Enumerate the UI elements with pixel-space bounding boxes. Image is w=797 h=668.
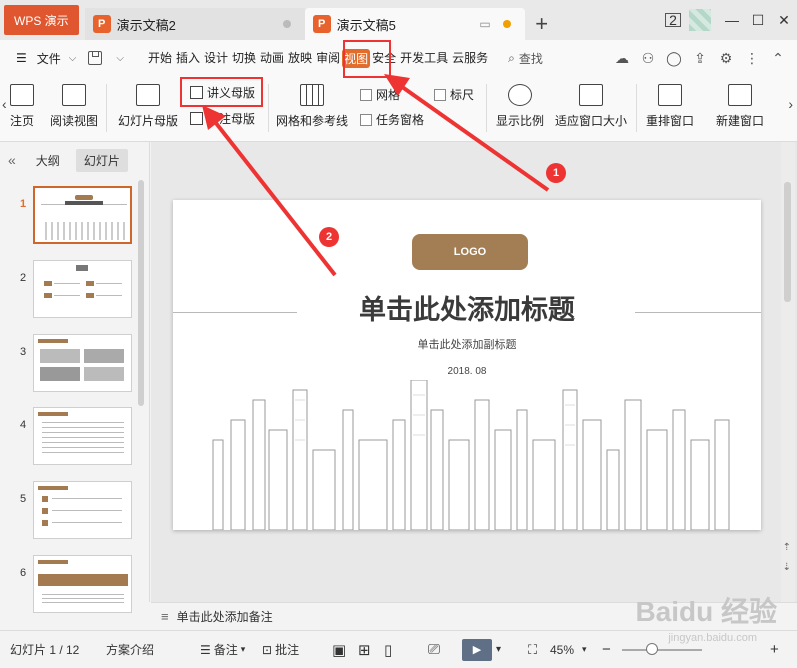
step-badge-2: 2 bbox=[319, 227, 339, 247]
arrow-1-head bbox=[384, 74, 410, 96]
annotation-arrows bbox=[202, 74, 550, 277]
arrow-2-head bbox=[202, 105, 226, 130]
baidu-watermark-url: jingyan.baidu.com bbox=[668, 632, 757, 644]
arrow-1-line bbox=[396, 82, 550, 192]
arrow-2-line bbox=[210, 116, 337, 277]
step-badge-1: 1 bbox=[546, 163, 566, 183]
baidu-watermark: Baidu 经验 bbox=[635, 596, 777, 627]
